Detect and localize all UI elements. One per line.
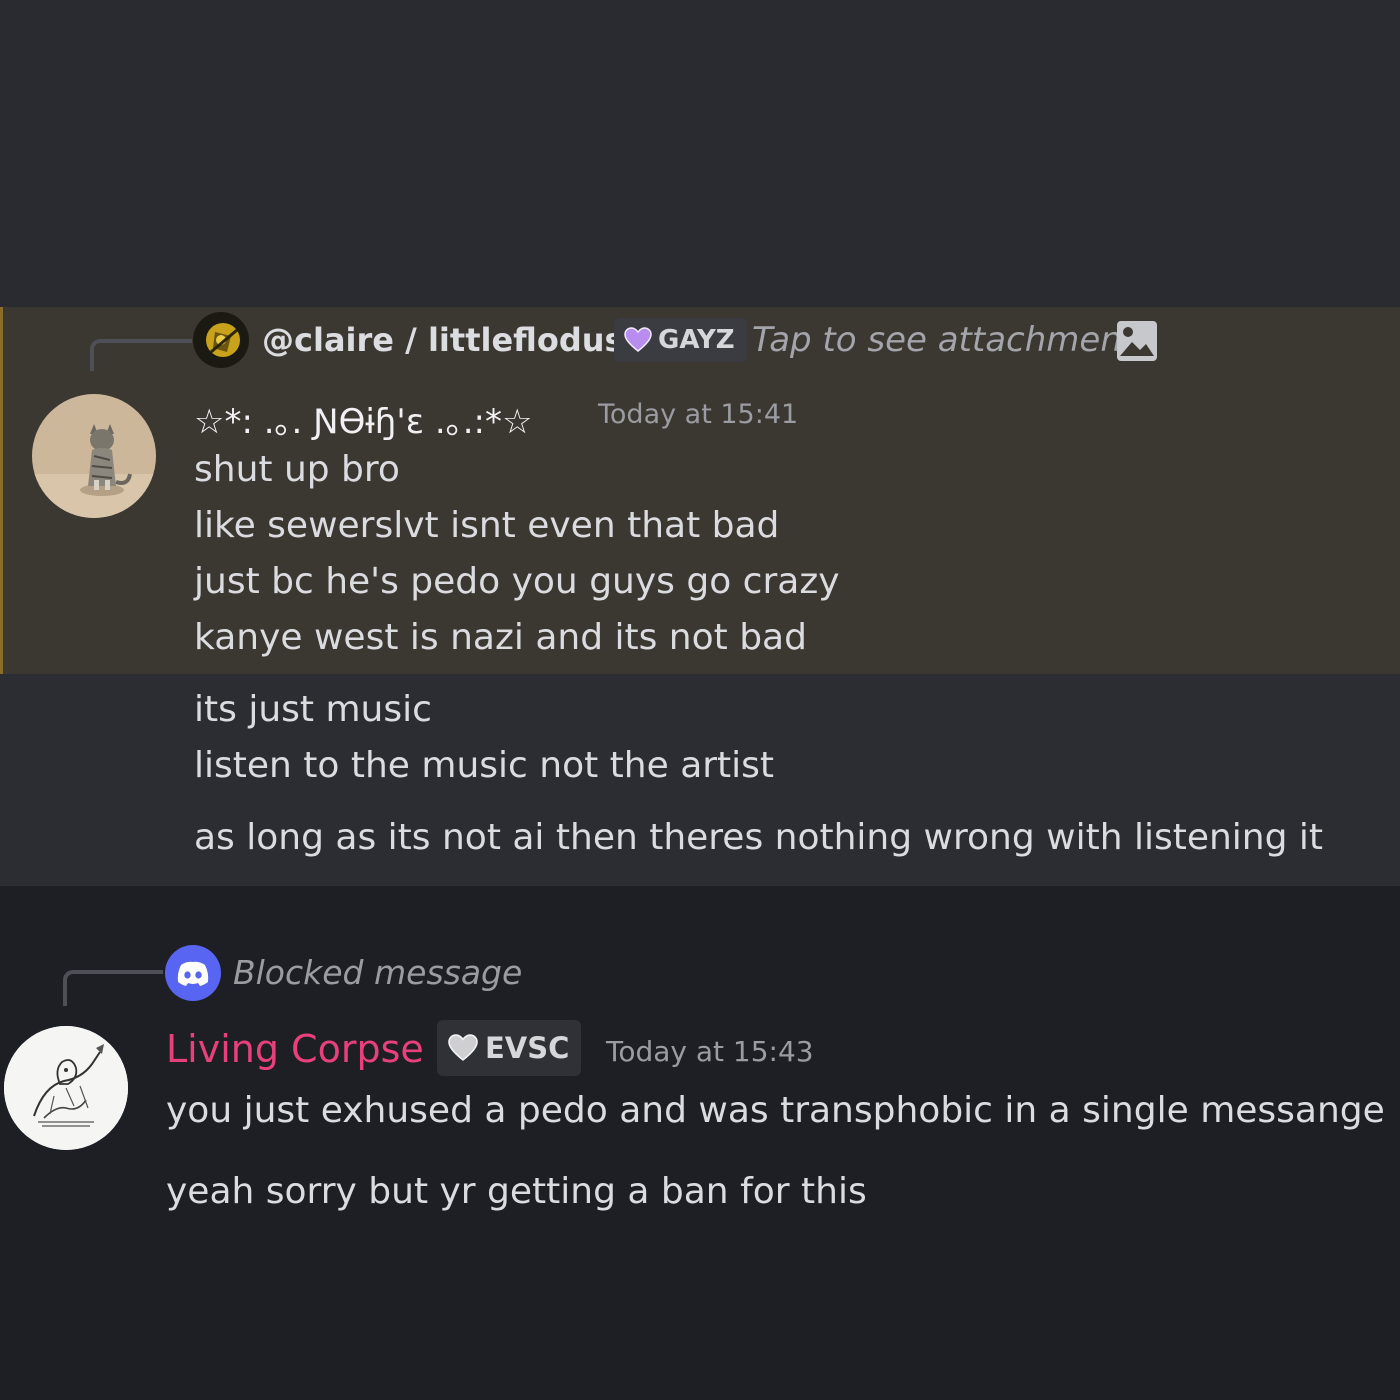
sketch-avatar-icon: [4, 1026, 128, 1150]
timestamp-2: Today at 15:43: [606, 1035, 814, 1068]
image-icon[interactable]: [1116, 320, 1158, 366]
author-avatar-cat[interactable]: [32, 394, 156, 518]
message-2-line-2: yeah sorry but yr getting a ban for this: [166, 1171, 867, 1212]
message-1-cont-line-1: its just music: [194, 689, 432, 730]
discord-icon: [165, 945, 221, 1001]
heart-icon: [624, 327, 652, 353]
message-1-line-2: like sewerslvt isnt even that bad: [194, 505, 780, 546]
message-1-cont-line-2: listen to the music not the artist: [194, 745, 775, 786]
timestamp-1: Today at 15:41: [598, 399, 799, 430]
author-avatar-sketch[interactable]: [4, 1026, 128, 1150]
message-2-line-1: you just exhused a pedo and was transpho…: [166, 1090, 1385, 1131]
reply-1-handle[interactable]: @claire / littleflodus: [262, 321, 624, 359]
blocked-message-reply[interactable]: Blocked message: [233, 953, 522, 992]
empty-top-area: [0, 0, 1400, 307]
reply-connector-1: [90, 339, 192, 371]
avatar-claire-icon: [193, 312, 249, 368]
tag-label-evsc: EVSC: [485, 1031, 570, 1065]
message-1-line-4: kanye west is nazi and its not bad: [194, 617, 807, 658]
author-name-1[interactable]: ☆*: .｡. ƝѲɨɧ'ɛ .｡.:*☆: [194, 394, 532, 443]
message-1-line-1: shut up bro: [194, 449, 400, 490]
cat-avatar-icon: [32, 394, 156, 518]
author-name-2[interactable]: Living Corpse: [166, 1027, 424, 1071]
message-1-cont-line-3: as long as its not ai then theres nothin…: [194, 817, 1324, 858]
tag-label-gayz: GAYZ: [658, 325, 735, 355]
tag-badge-gayz: GAYZ: [614, 318, 747, 362]
tag-badge-evsc: EVSC: [437, 1020, 582, 1076]
reply-connector-2: [63, 970, 163, 1006]
message-1-line-3: just bc he's pedo you guys go crazy: [194, 561, 840, 602]
reply-avatar-claire[interactable]: [193, 312, 249, 368]
chat-view: @claire / littleflodus GAYZ Tap to see a…: [0, 0, 1400, 1400]
heart-icon: [447, 1034, 479, 1062]
reply-1-attachment-link[interactable]: Tap to see attachment: [752, 320, 1135, 360]
